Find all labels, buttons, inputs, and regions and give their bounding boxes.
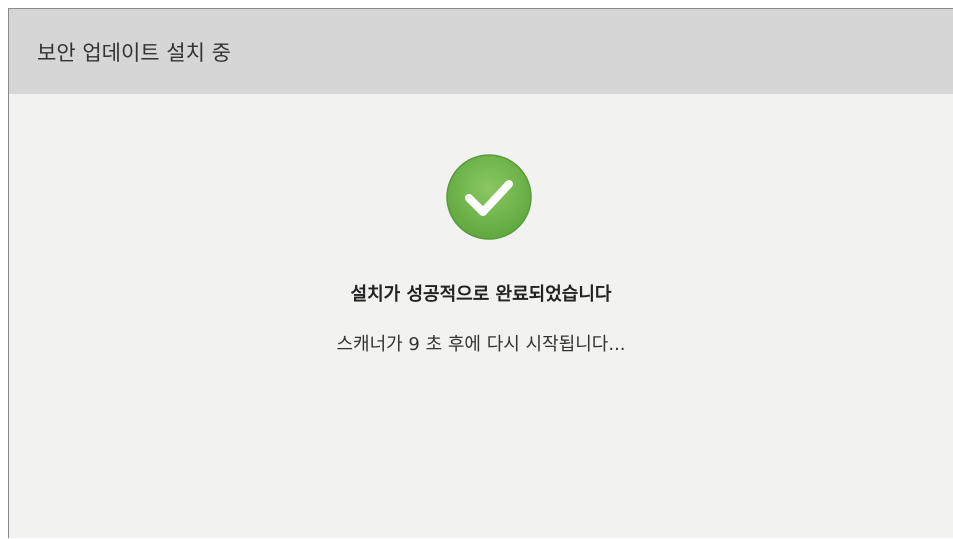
- dialog-title: 보안 업데이트 설치 중: [37, 40, 231, 65]
- success-message: 설치가 성공적으로 완료되었습니다: [350, 284, 612, 305]
- update-dialog: 보안 업데이트 설치 중 설치가 성공적으로 완료되었습니다 스캐너가 9 초 …: [8, 8, 953, 538]
- dialog-header: 보안 업데이트 설치 중: [9, 9, 953, 94]
- dialog-content: 설치가 성공적으로 완료되었습니다 스캐너가 9 초 후에 다시 시작됩니다..…: [9, 94, 953, 539]
- check-circle-icon: [446, 154, 532, 240]
- restart-countdown-message: 스캐너가 9 초 후에 다시 시작됩니다...: [336, 334, 626, 355]
